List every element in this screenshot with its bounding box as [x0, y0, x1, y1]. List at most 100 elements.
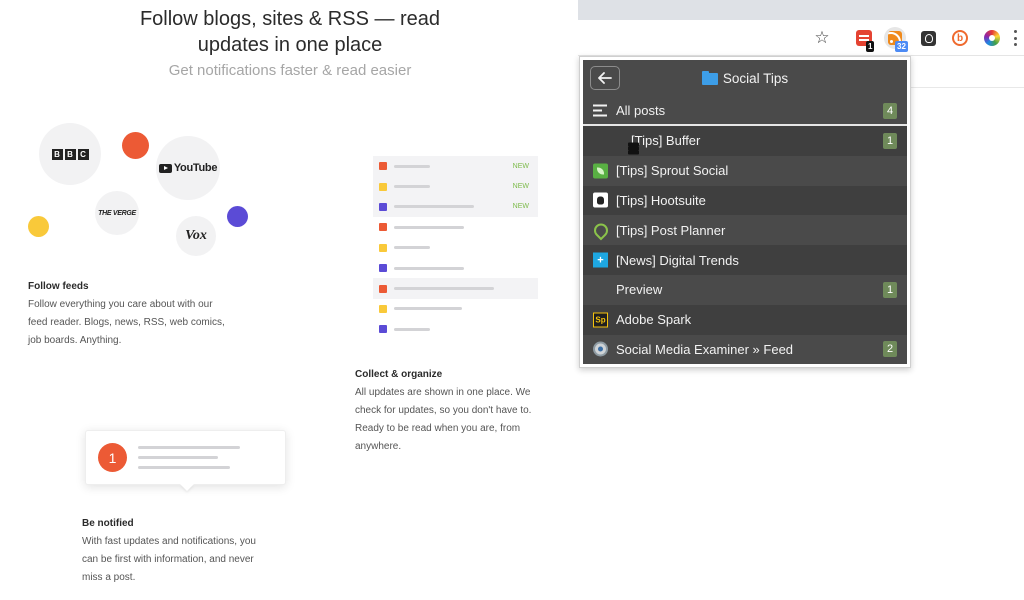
bbc-letter: B: [64, 148, 76, 160]
feed-row: [373, 238, 538, 258]
feed-square: [379, 182, 387, 191]
feeder-popup: Social Tips All posts 4 [Tips] Buffer 1 …: [579, 56, 911, 368]
unread-count: 4: [883, 102, 897, 119]
hero-title-line1: Follow blogs, sites & RSS — read: [139, 8, 441, 30]
bulb-extension-button[interactable]: [918, 28, 938, 48]
b-extension-button[interactable]: b: [950, 28, 970, 48]
vox-logo-bubble: Vox: [176, 216, 216, 256]
list-line: [593, 109, 602, 112]
new-label: NEW: [512, 183, 529, 191]
collect-organize-title: Collect & organize: [355, 369, 443, 380]
social-media-examiner-icon: [593, 341, 608, 357]
row-label: [Tips] Sprout Social: [616, 163, 729, 179]
collect-organize-text: All updates are shown in one place. We c…: [355, 384, 531, 456]
feed-item-hootsuite[interactable]: [Tips] Hootsuite: [583, 185, 907, 216]
bbc-letter: B: [51, 148, 63, 160]
list-line: [593, 104, 607, 107]
rss-badge: 32: [895, 41, 908, 52]
feed-item-adobe-spark[interactable]: Sp Adobe Spark: [583, 304, 907, 335]
todoist-extension-button[interactable]: 1: [854, 28, 875, 52]
notification-line: [138, 466, 230, 469]
verge-logo: THE VERGE: [98, 209, 136, 217]
feed-row: NEW: [373, 156, 538, 177]
hero-subtitle: Get notifications faster & read easier: [168, 62, 412, 79]
feed-row: [373, 217, 538, 237]
be-notified-title: Be notified: [82, 518, 134, 529]
feed-row: NEW: [373, 196, 538, 218]
feed-square: [379, 223, 387, 232]
feed-row: [373, 258, 538, 278]
unread-count: 1: [883, 281, 897, 298]
feed-square: [379, 264, 387, 273]
feed-item-post-planner[interactable]: [Tips] Post Planner: [583, 215, 907, 245]
list-line: [593, 114, 607, 117]
unread-count: 2: [883, 341, 897, 358]
unread-count: 1: [883, 132, 897, 149]
vox-logo: Vox: [185, 228, 207, 243]
page-divider: [910, 87, 1024, 88]
feed-item-buffer[interactable]: [Tips] Buffer 1: [583, 126, 907, 156]
feed-square: [379, 284, 387, 293]
menu-icon[interactable]: [1014, 30, 1018, 46]
b-icon: b: [952, 30, 968, 46]
feed-item-social-media-examiner[interactable]: Social Media Examiner » Feed 2: [583, 335, 907, 365]
text-line: Follow everything you care about with ou…: [28, 299, 213, 310]
text-line: job boards. Anything.: [28, 335, 122, 346]
feed-bar: [394, 327, 430, 331]
feed-item-digital-trends[interactable]: + [News] Digital Trends: [583, 245, 907, 275]
rss-feeder-extension-button[interactable]: 32: [883, 26, 908, 52]
feed-bar: [394, 225, 464, 229]
bulb-icon: [920, 30, 936, 46]
adobe-spark-icon: Sp: [593, 312, 608, 328]
feed-item-preview[interactable]: Preview 1: [583, 275, 907, 305]
youtube-wordmark: YouTube: [173, 162, 218, 174]
verge-logo-bubble: THE VERGE: [95, 191, 139, 235]
new-label: NEW: [512, 203, 529, 211]
color-wheel-extension-button[interactable]: [982, 28, 1002, 48]
purple-dot: [227, 206, 248, 227]
youtube-logo-bubble: YouTube: [156, 136, 220, 200]
text-line: miss a post.: [82, 572, 136, 583]
notification-count-badge: 1: [98, 443, 127, 472]
row-label: [Tips] Post Planner: [616, 222, 726, 238]
feed-bar: [394, 266, 464, 270]
browser-tab-strip: [578, 0, 1024, 20]
row-label: [News] Digital Trends: [616, 252, 739, 268]
folder-icon: [701, 70, 718, 85]
notification-line: [138, 446, 240, 449]
row-label: Adobe Spark: [616, 312, 692, 328]
todoist-badge: 1: [866, 41, 875, 52]
popup-header: Social Tips: [583, 60, 907, 97]
feed-list-illustration: NEW NEW NEW: [373, 156, 538, 340]
hootsuite-icon: [593, 192, 608, 208]
menu-dot: [1014, 36, 1017, 40]
feed-bar: [394, 164, 430, 168]
star-icon[interactable]: ☆: [812, 28, 832, 48]
post-planner-icon: [593, 223, 608, 238]
row-label: Preview: [616, 282, 663, 298]
all-posts-row[interactable]: All posts 4: [583, 97, 907, 126]
feed-item-sprout-social[interactable]: [Tips] Sprout Social: [583, 156, 907, 186]
text-line: Ready to be read when you are, from: [355, 423, 521, 434]
bbc-letter: C: [77, 148, 89, 160]
menu-dot: [1014, 30, 1017, 33]
popup-title: Social Tips: [722, 71, 789, 86]
star-glyph: ☆: [814, 28, 830, 47]
orange-dot: [122, 132, 149, 159]
follow-feeds-text: Follow everything you care about with ou…: [28, 296, 225, 350]
feed-square: [379, 162, 387, 171]
feed-bar: [394, 307, 462, 311]
text-line: anywhere.: [355, 441, 402, 452]
text-line: feed reader. Blogs, news, RSS, web comic…: [28, 317, 225, 328]
be-notified-text: With fast updates and notifications, you…: [82, 533, 256, 587]
screen: Follow blogs, sites & RSS — read updates…: [0, 0, 1024, 600]
feed-bar: [394, 287, 494, 291]
bbc-logo-bubble: B B C: [39, 123, 101, 185]
text-line: With fast updates and notifications, you: [82, 536, 256, 547]
feed-square: [379, 202, 387, 211]
digital-trends-icon: +: [593, 252, 608, 268]
row-label: Social Media Examiner » Feed: [616, 341, 794, 357]
back-button[interactable]: [590, 66, 620, 90]
feed-row: [373, 299, 538, 319]
new-label: NEW: [512, 162, 529, 170]
